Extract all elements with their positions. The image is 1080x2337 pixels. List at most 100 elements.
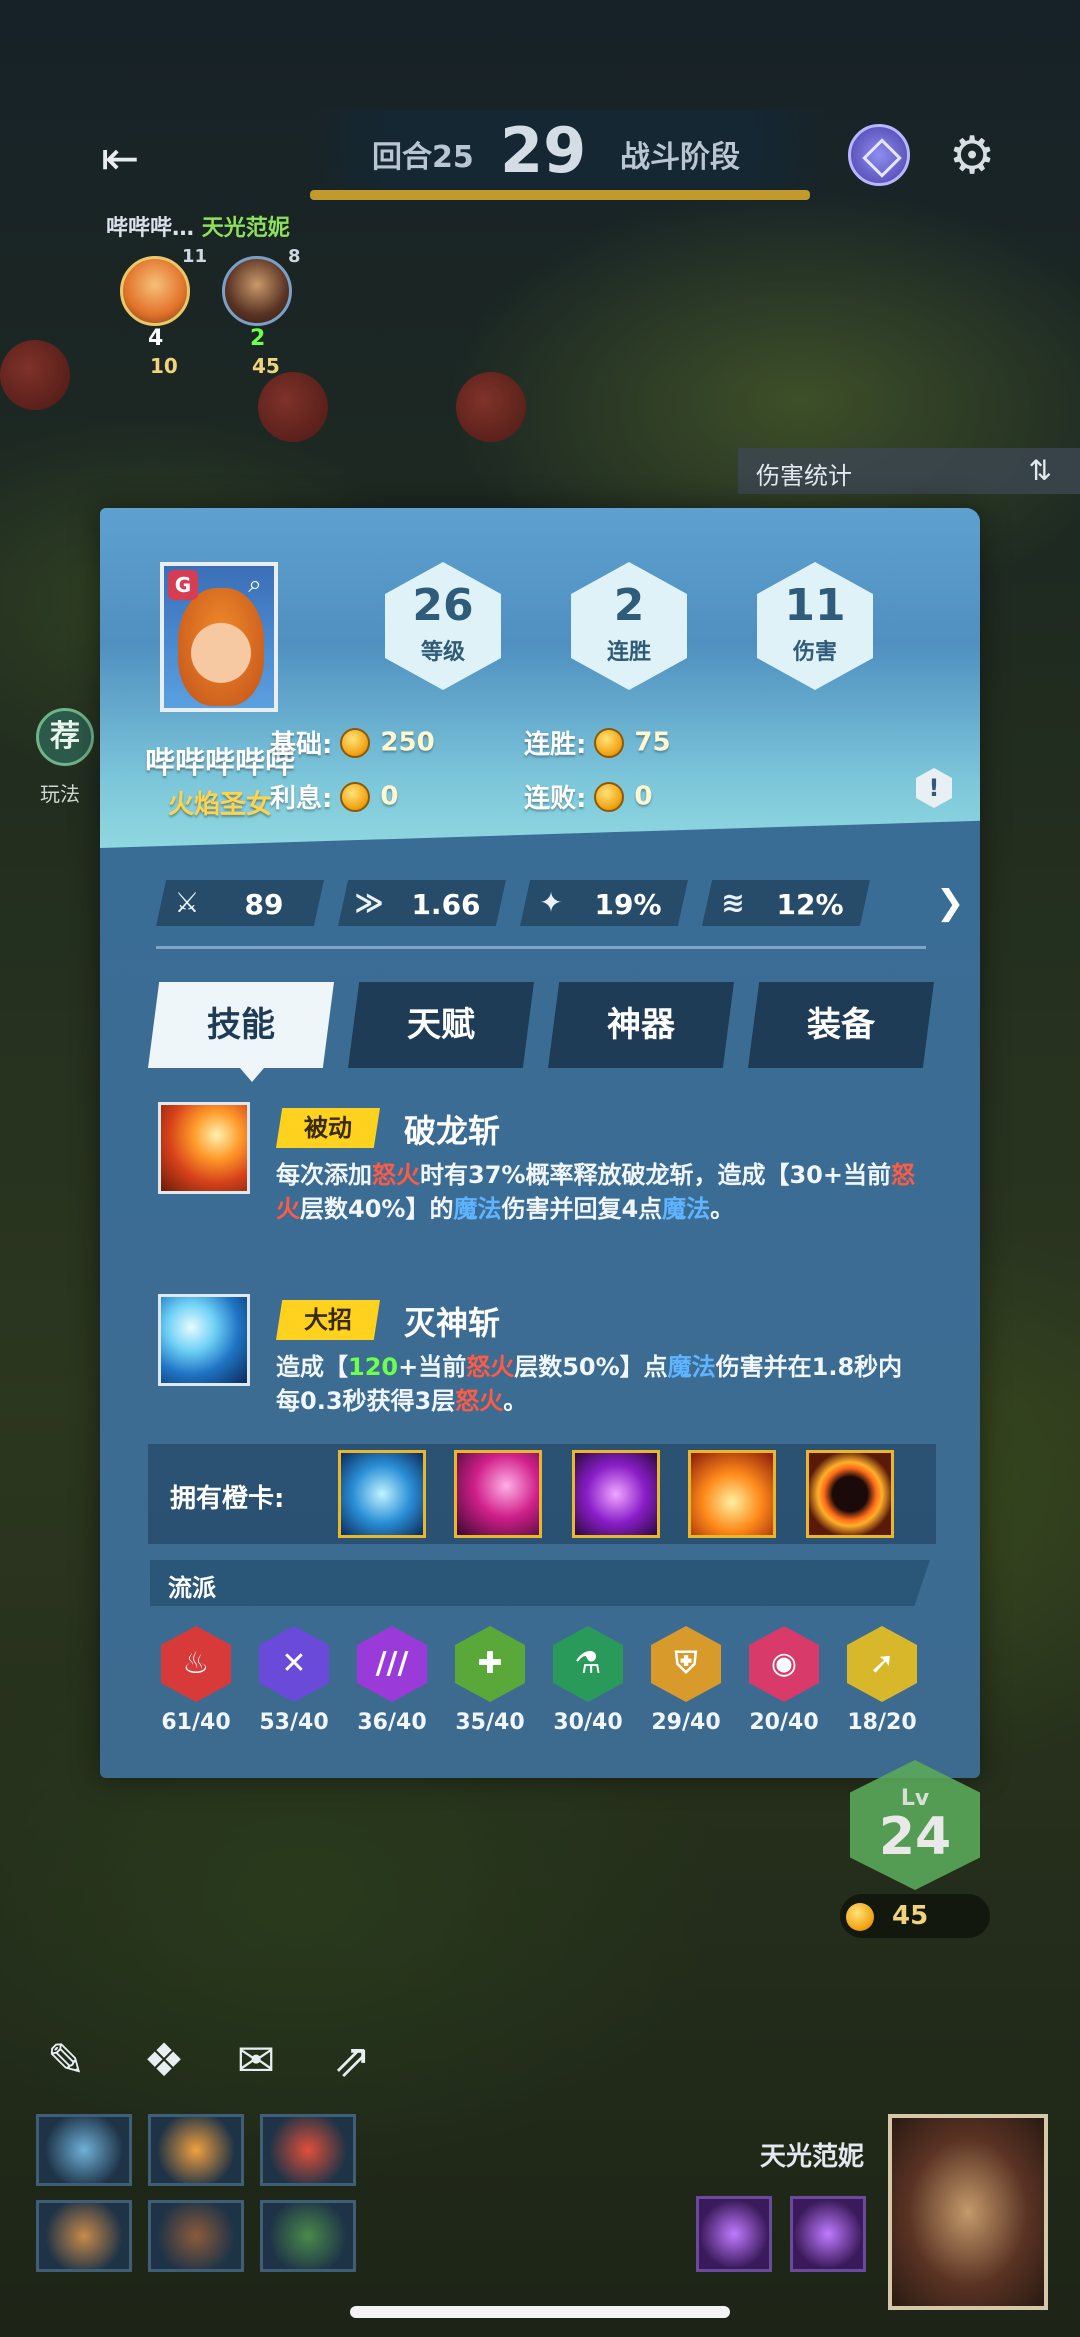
orange-card[interactable] — [688, 1450, 776, 1538]
chat-icon[interactable]: ✉ — [226, 2030, 286, 2090]
avatar[interactable] — [120, 256, 190, 326]
school-label: 流派 — [168, 1574, 216, 1602]
coin-icon — [594, 781, 625, 812]
skill-description: 每次添加怒火时有37%概率释放破龙斩，造成【30+当前怒火层数40%】的魔法伤害… — [276, 1161, 915, 1223]
skill-icon[interactable] — [158, 1102, 250, 1194]
level-label: 等级 — [420, 640, 465, 665]
gold-value: 45 — [892, 1901, 929, 1931]
orange-card[interactable] — [572, 1450, 660, 1538]
trait-item[interactable]: ♨ 61/40 — [156, 1626, 236, 1735]
mini-gold: 45 — [252, 354, 280, 378]
coin-icon — [846, 1902, 874, 1931]
chevron-right-icon[interactable]: ❯ — [936, 884, 966, 924]
damage-value: 11 — [784, 580, 846, 631]
interest-income: 利息: 0 — [270, 778, 399, 815]
passive-skill: 被动 破龙斩 每次添加怒火时有37%概率释放破龙斩，造成【30+当前怒火层数40… — [158, 1102, 938, 1242]
skill-tag: 被动 — [276, 1108, 380, 1148]
damage-stats-panel[interactable]: 伤害统计 ⇅ — [738, 448, 1080, 494]
divider — [156, 946, 926, 949]
trait-item[interactable]: ⚗ 30/40 — [548, 1626, 628, 1735]
avatar[interactable]: G ⌕ — [160, 562, 278, 712]
bench-slot[interactable] — [148, 2200, 244, 2272]
tab-equipment[interactable]: 装备 — [748, 982, 934, 1068]
trait-item[interactable]: /// 36/40 — [352, 1626, 432, 1735]
bench-slot[interactable] — [148, 2114, 244, 2186]
tab-artifacts[interactable]: 神器 — [548, 982, 734, 1068]
flame-trait-icon: ♨ — [161, 1626, 231, 1702]
orange-card[interactable] — [806, 1450, 894, 1538]
opponent-skill-slot[interactable] — [790, 2196, 866, 2272]
skill-tag: 大招 — [276, 1300, 380, 1340]
interest-label: 利息: — [270, 784, 333, 814]
school-header: 流派 — [150, 1560, 930, 1606]
recommend-icon[interactable]: 荐 — [36, 708, 94, 766]
skill-name: 破龙斩 — [404, 1112, 501, 1150]
interest-value: 0 — [380, 781, 399, 812]
avatar[interactable] — [888, 2114, 1048, 2310]
base-income: 基础: 250 — [270, 724, 435, 761]
attack-stat: ⚔ 89 — [156, 880, 324, 926]
attack-value: 89 — [244, 888, 284, 921]
dodge-stat: ≋ 12% — [702, 880, 870, 926]
shield-trait-icon: ⛨ — [651, 1626, 721, 1702]
phase-label: 战斗阶段 — [620, 140, 740, 175]
dodge-icon: ≋ — [721, 886, 745, 919]
base-income-label: 基础: — [270, 730, 333, 760]
attribute-row: ⚔ 89 ≫ 1.66 ✦ 19% ≋ 12% ❯ — [156, 880, 965, 926]
win-streak-value: 2 — [613, 580, 645, 631]
trait-item[interactable]: ✕ 53/40 — [254, 1626, 334, 1735]
streak-income-label: 连胜: — [524, 730, 587, 760]
skill-description: 造成【120+当前怒火层数50%】点魔法伤害并在1.8秒内每0.3秒获得3层怒火… — [276, 1353, 903, 1415]
sort-icon[interactable]: ⇅ — [1029, 454, 1052, 487]
base-income-value: 250 — [380, 727, 435, 758]
badge-icon: G — [168, 570, 198, 600]
bench-slot[interactable] — [36, 2200, 132, 2272]
tab-skills[interactable]: 技能 — [148, 982, 334, 1068]
detail-tabs: 技能 天赋 神器 装备 — [148, 982, 938, 1068]
bench-slot[interactable] — [260, 2200, 356, 2272]
opponent-skill-slot[interactable] — [696, 2196, 772, 2272]
round-number: 29 — [500, 114, 587, 187]
partner-name: 天光范妮 — [201, 216, 290, 241]
trait-count: 53/40 — [259, 1710, 329, 1735]
coin-icon — [340, 727, 371, 758]
mini-hp: 4 — [148, 326, 164, 351]
win-streak-label: 连胜 — [606, 640, 651, 665]
attack-speed-stat: ≫ 1.66 — [338, 880, 506, 926]
mini-level: 11 — [182, 246, 208, 267]
trait-item[interactable]: ◉ 20/40 — [744, 1626, 824, 1735]
bench-slot[interactable] — [36, 2114, 132, 2186]
stats-icon[interactable]: ⇗ — [322, 2030, 382, 2090]
mini-hp: 2 — [250, 326, 266, 351]
damage-stats-title: 伤害统计 — [756, 462, 852, 490]
avatar[interactable] — [222, 256, 292, 326]
trait-item[interactable]: ⛨ 29/40 — [646, 1626, 726, 1735]
trait-item[interactable]: ➚ 18/20 — [842, 1626, 922, 1735]
active-tab-pointer — [240, 1068, 264, 1082]
dodge-value: 12% — [776, 888, 844, 921]
orange-cards-row: 拥有橙卡: — [148, 1444, 936, 1544]
sword-icon: ⚔ — [174, 886, 200, 919]
bench-slot[interactable] — [260, 2114, 356, 2186]
home-indicator[interactable] — [350, 2306, 730, 2318]
gear-icon[interactable]: ⚙ — [944, 128, 1000, 184]
player-pair-label: 哔哔哔… 天光范妮 — [106, 210, 290, 242]
tab-talents[interactable]: 天赋 — [348, 982, 534, 1068]
zoom-icon[interactable]: ⌕ — [240, 570, 270, 600]
player-detail-panel: G ⌕ 哔哔哔哔哔 火焰圣女 26 等级 2 连胜 11 伤害 基础: 250 连… — [100, 508, 980, 1778]
exit-icon[interactable]: ⇤ — [92, 130, 148, 186]
cards-icon[interactable]: ❖ — [134, 2030, 194, 2090]
trait-item[interactable]: ✚ 35/40 — [450, 1626, 530, 1735]
orange-card[interactable] — [454, 1450, 542, 1538]
trait-count: 35/40 — [455, 1710, 525, 1735]
lose-streak-label: 连败: — [524, 784, 587, 814]
top-bar: ⇤ 回合25 29 战斗阶段 ⚙ — [0, 110, 1080, 200]
skill-icon[interactable] — [158, 1294, 250, 1386]
eye-trait-icon: ◉ — [749, 1626, 819, 1702]
coin-icon — [594, 727, 625, 758]
orange-card[interactable] — [338, 1450, 426, 1538]
round-indicator: 回合25 29 战斗阶段 — [310, 110, 830, 200]
gold-counter: 45 — [840, 1894, 990, 1938]
rank-icon[interactable] — [848, 124, 910, 186]
edit-icon[interactable]: ✎ — [36, 2030, 96, 2090]
